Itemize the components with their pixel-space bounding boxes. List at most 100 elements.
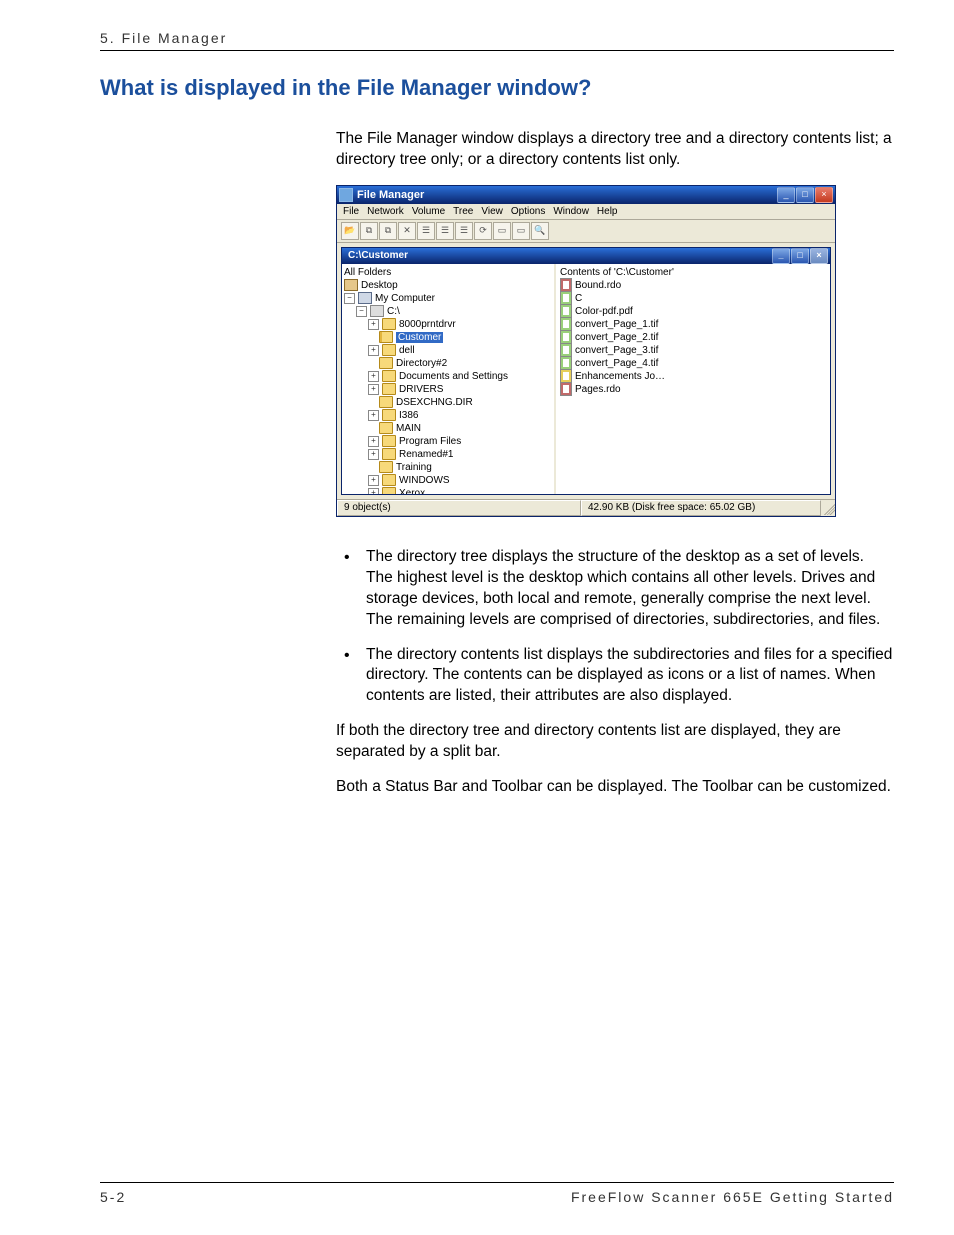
tree-dell[interactable]: dell xyxy=(399,345,415,356)
list-item[interactable]: C xyxy=(575,293,582,304)
bullet-item: The directory tree displays the structur… xyxy=(336,547,894,631)
section-title: What is displayed in the File Manager wi… xyxy=(100,75,894,101)
app-icon xyxy=(339,188,353,202)
list-pane[interactable]: Contents of 'C:\Customer' Bound.rdo C Co… xyxy=(556,264,830,494)
tree-8000prntdrvr[interactable]: 8000prntdrvr xyxy=(399,319,456,330)
list-item[interactable]: convert_Page_2.tif xyxy=(575,332,658,343)
folder-icon xyxy=(382,409,396,421)
folder-icon xyxy=(382,383,396,395)
expand-icon[interactable]: − xyxy=(344,293,355,304)
tree-i386[interactable]: I386 xyxy=(399,410,418,421)
tree-training[interactable]: Training xyxy=(396,462,432,473)
folder-icon xyxy=(382,370,396,382)
tree-programfiles[interactable]: Program Files xyxy=(399,436,461,447)
list-item[interactable]: Bound.rdo xyxy=(575,280,621,291)
file-icon xyxy=(560,317,572,331)
expand-icon[interactable]: + xyxy=(368,436,379,447)
outer-titlebar: File Manager _ □ × xyxy=(337,186,835,204)
toolbar-open-icon[interactable]: 📂 xyxy=(341,222,359,240)
menu-volume[interactable]: Volume xyxy=(412,206,445,217)
folder-icon xyxy=(382,448,396,460)
tree-pane[interactable]: All Folders Desktop −My Computer −C:\ +8… xyxy=(342,264,556,494)
toolbar-tree-icon[interactable]: ☰ xyxy=(417,222,435,240)
tree-customer-selected[interactable]: Customer xyxy=(396,332,443,343)
toolbar-delete-icon[interactable]: ✕ xyxy=(398,222,416,240)
resize-grip-icon[interactable] xyxy=(821,501,835,515)
tree-windows[interactable]: WINDOWS xyxy=(399,475,450,486)
file-icon xyxy=(560,291,572,305)
tree-xerox[interactable]: Xerox xyxy=(399,488,425,494)
minimize-button[interactable]: _ xyxy=(777,187,795,203)
menu-options[interactable]: Options xyxy=(511,206,545,217)
file-icon xyxy=(560,278,572,292)
list-item[interactable]: Enhancements Jo… xyxy=(575,371,665,382)
tree-desktop[interactable]: Desktop xyxy=(361,280,398,291)
inner-minimize-button[interactable]: _ xyxy=(772,248,790,264)
tree-mycomputer[interactable]: My Computer xyxy=(375,293,435,304)
expand-icon[interactable]: − xyxy=(356,306,367,317)
list-item[interactable]: convert_Page_3.tif xyxy=(575,345,658,356)
tree-main[interactable]: MAIN xyxy=(396,423,421,434)
menu-view[interactable]: View xyxy=(481,206,503,217)
toolbar-paste-icon[interactable]: ⧉ xyxy=(379,222,397,240)
body-paragraph: Both a Status Bar and Toolbar can be dis… xyxy=(336,777,894,798)
statusbar: 9 object(s) 42.90 KB (Disk free space: 6… xyxy=(337,499,835,516)
inner-close-button[interactable]: × xyxy=(810,248,828,264)
computer-icon xyxy=(358,292,372,304)
expand-icon[interactable]: + xyxy=(368,449,379,460)
body-paragraph: If both the directory tree and directory… xyxy=(336,721,894,763)
toolbar-refresh-icon[interactable]: ⟳ xyxy=(474,222,492,240)
list-header: Contents of 'C:\Customer' xyxy=(560,267,674,278)
toolbar-search-icon[interactable]: 🔍 xyxy=(531,222,549,240)
intro-paragraph: The File Manager window displays a direc… xyxy=(336,129,894,171)
status-object-count: 9 object(s) xyxy=(337,500,581,516)
inner-titlebar: C:\Customer _ □ × xyxy=(342,248,830,264)
list-item[interactable]: convert_Page_1.tif xyxy=(575,319,658,330)
footer-doc-title: FreeFlow Scanner 665E Getting Started xyxy=(571,1189,894,1205)
menu-window[interactable]: Window xyxy=(553,206,589,217)
file-icon xyxy=(560,369,572,383)
tree-drivers[interactable]: DRIVERS xyxy=(399,384,443,395)
menu-file[interactable]: File xyxy=(343,206,359,217)
tree-header: All Folders xyxy=(344,267,391,278)
expand-icon[interactable]: + xyxy=(368,319,379,330)
expand-icon[interactable]: + xyxy=(368,371,379,382)
maximize-button[interactable]: □ xyxy=(796,187,814,203)
expand-icon[interactable]: + xyxy=(368,488,379,494)
toolbar-misc2-icon[interactable]: ▭ xyxy=(512,222,530,240)
list-item[interactable]: Color-pdf.pdf xyxy=(575,306,633,317)
toolbar-copy-icon[interactable]: ⧉ xyxy=(360,222,378,240)
status-disk-space: 42.90 KB (Disk free space: 65.02 GB) xyxy=(581,500,821,516)
menu-network[interactable]: Network xyxy=(367,206,404,217)
menu-tree[interactable]: Tree xyxy=(453,206,473,217)
toolbar-list-icon[interactable]: ☰ xyxy=(436,222,454,240)
figure-file-manager: File Manager _ □ × File Network Volume T… xyxy=(336,185,834,517)
tree-renamed1[interactable]: Renamed#1 xyxy=(399,449,453,460)
file-icon xyxy=(560,343,572,357)
folder-icon xyxy=(382,474,396,486)
folder-icon xyxy=(379,422,393,434)
expand-icon[interactable]: + xyxy=(368,475,379,486)
expand-icon[interactable]: + xyxy=(368,384,379,395)
list-item[interactable]: convert_Page_4.tif xyxy=(575,358,658,369)
folder-icon xyxy=(382,344,396,356)
desktop-icon xyxy=(344,279,358,291)
folder-icon xyxy=(382,435,396,447)
folder-open-icon xyxy=(379,331,393,343)
tree-c-drive[interactable]: C:\ xyxy=(387,306,400,317)
toolbar-misc1-icon[interactable]: ▭ xyxy=(493,222,511,240)
inner-maximize-button[interactable]: □ xyxy=(791,248,809,264)
inner-title: C:\Customer xyxy=(348,250,772,261)
expand-icon[interactable]: + xyxy=(368,345,379,356)
toolbar-details-icon[interactable]: ☰ xyxy=(455,222,473,240)
tree-dsexchng[interactable]: DSEXCHNG.DIR xyxy=(396,397,473,408)
tree-directory2[interactable]: Directory#2 xyxy=(396,358,447,369)
menu-help[interactable]: Help xyxy=(597,206,618,217)
list-item[interactable]: Pages.rdo xyxy=(575,384,621,395)
expand-icon[interactable]: + xyxy=(368,410,379,421)
file-icon xyxy=(560,330,572,344)
close-button[interactable]: × xyxy=(815,187,833,203)
tree-docsettings[interactable]: Documents and Settings xyxy=(399,371,508,382)
folder-icon xyxy=(382,487,396,494)
toolbar: 📂 ⧉ ⧉ ✕ ☰ ☰ ☰ ⟳ ▭ ▭ 🔍 xyxy=(337,220,835,243)
